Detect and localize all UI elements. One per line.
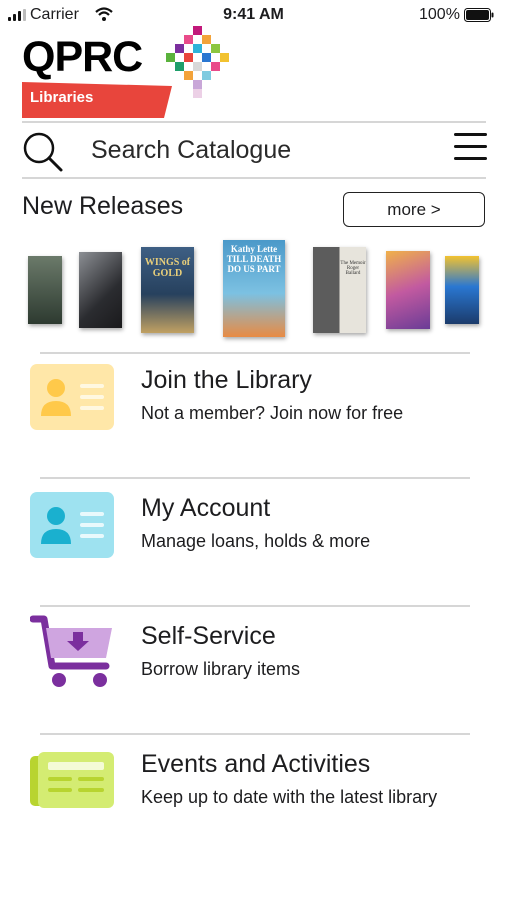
menu-item-self-service[interactable]: Self-Service Borrow library items bbox=[0, 614, 507, 726]
search-divider bbox=[22, 177, 486, 179]
book-cover[interactable]: WINGS of GOLD bbox=[141, 247, 194, 333]
status-bar: Carrier 9:41 AM 100% bbox=[0, 0, 507, 30]
account-card-icon bbox=[30, 492, 114, 558]
logo-subtitle: Libraries bbox=[30, 89, 94, 106]
menu-item-title: Join the Library bbox=[141, 366, 312, 394]
menu-item-title: My Account bbox=[141, 494, 271, 522]
book-cover[interactable] bbox=[28, 256, 62, 324]
menu-item-subtitle: Not a member? Join now for free bbox=[141, 403, 404, 423]
battery-percent: 100% bbox=[419, 6, 460, 23]
menu-item-title: Self-Service bbox=[141, 622, 276, 650]
menu-item-join[interactable]: Join the Library Not a member? Join now … bbox=[0, 360, 507, 472]
menu-item-account[interactable]: My Account Manage loans, holds & more bbox=[0, 488, 507, 600]
more-button[interactable]: more > bbox=[343, 192, 485, 227]
book-cover[interactable]: Kathy Lette TILL DEATH DO US PART bbox=[223, 240, 285, 337]
book-cover[interactable] bbox=[79, 252, 122, 328]
library-logo: QPRC bbox=[22, 33, 143, 81]
menu-item-subtitle: Keep up to date with the latest library bbox=[141, 787, 438, 807]
book-cover[interactable]: The Memoir Roger Ballard bbox=[313, 247, 366, 333]
menu-item-title: Events and Activities bbox=[141, 750, 371, 778]
header-divider bbox=[22, 121, 486, 123]
shopping-cart-icon bbox=[30, 615, 112, 687]
bottom-fade bbox=[0, 810, 507, 900]
menu-item-subtitle: Borrow library items bbox=[141, 659, 301, 679]
section-divider bbox=[40, 605, 470, 607]
book-carousel[interactable]: WINGS of GOLD Kathy Lette TILL DEATH DO … bbox=[0, 236, 507, 346]
search-icon[interactable] bbox=[22, 131, 64, 173]
section-divider bbox=[40, 477, 470, 479]
menu-item-subtitle: Manage loans, holds & more bbox=[141, 531, 371, 551]
hamburger-menu-icon[interactable] bbox=[454, 133, 487, 161]
section-divider bbox=[40, 733, 470, 735]
logo-mosaic-icon bbox=[166, 26, 229, 98]
id-card-icon bbox=[30, 364, 114, 430]
newspaper-icon bbox=[30, 752, 114, 808]
book-cover[interactable] bbox=[386, 251, 430, 329]
battery-icon bbox=[464, 8, 494, 22]
book-cover[interactable] bbox=[445, 256, 479, 324]
search-input[interactable]: Search Catalogue bbox=[91, 136, 291, 165]
section-divider bbox=[40, 352, 470, 354]
new-releases-title: New Releases bbox=[22, 192, 184, 220]
